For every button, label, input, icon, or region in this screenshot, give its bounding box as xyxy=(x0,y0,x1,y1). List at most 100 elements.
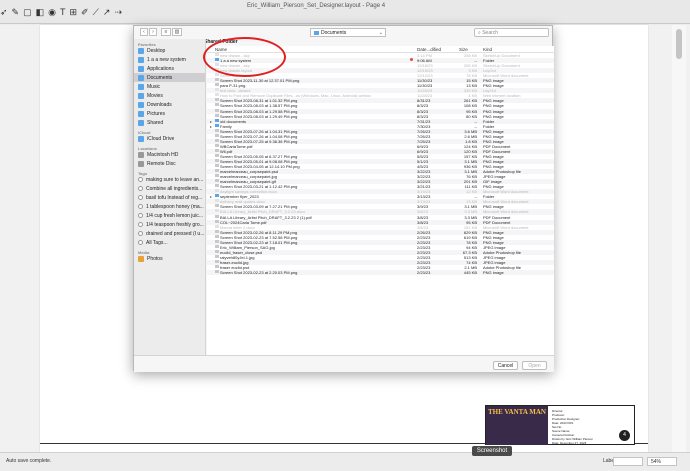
grid-tool-icon[interactable]: ⊞ xyxy=(69,6,77,18)
column-view-button[interactable]: ▥ xyxy=(172,28,182,36)
sidebar-item[interactable]: Remote Disc xyxy=(134,159,205,168)
sidebar-item-label: Documents xyxy=(147,74,173,81)
tag-icon xyxy=(138,222,143,227)
tag-icon xyxy=(138,213,143,218)
file-list: Name Date...dified Size Kind new drawin.… xyxy=(207,46,554,355)
style-tool-icon[interactable]: ⇢ xyxy=(114,6,122,18)
column-kind[interactable]: Kind xyxy=(483,47,492,52)
text-tool-icon[interactable]: T xyxy=(60,6,66,18)
sidebar-item[interactable]: Downloads xyxy=(134,100,205,109)
file-icon xyxy=(215,103,219,107)
music-icon xyxy=(138,83,144,90)
file-icon xyxy=(215,98,219,102)
zoom-select[interactable]: 54% xyxy=(647,457,677,466)
sidebar-item[interactable]: All Tags... xyxy=(134,238,205,247)
file-icon xyxy=(215,214,219,218)
sidebar-item[interactable]: 1/4 teaspoon freshly gro... xyxy=(134,220,205,229)
column-size[interactable]: Size xyxy=(459,47,468,52)
file-date: 2/23/23 xyxy=(417,270,431,276)
tag-icon xyxy=(138,177,143,182)
file-icon xyxy=(215,108,219,112)
shape-tool-icon[interactable]: ◧ xyxy=(36,6,45,18)
shared-icon xyxy=(138,119,144,126)
sidebar-item[interactable]: 1 tablespoon honey (ma... xyxy=(134,202,205,211)
sidebar-item[interactable]: Music xyxy=(134,82,205,91)
folder-icon xyxy=(215,118,219,122)
annotation-circle xyxy=(203,37,286,77)
sidebar-item[interactable]: 1/4 cup fresh lemon juic... xyxy=(134,211,205,220)
list-view-button[interactable]: ≡ xyxy=(161,28,171,36)
file-icon xyxy=(215,93,219,97)
movies-icon xyxy=(138,92,144,99)
label-input[interactable] xyxy=(613,457,643,466)
sidebar-item-label: Downloads xyxy=(147,101,172,108)
file-icon xyxy=(215,153,219,157)
status-bar: Auto save complete. Label: 54% xyxy=(0,452,690,471)
sidebar-item[interactable]: 1 a a new system xyxy=(134,55,205,64)
eraser-tool-icon[interactable]: ▢ xyxy=(23,6,32,18)
location-label: Documents xyxy=(321,30,347,36)
file-icon xyxy=(215,239,219,243)
sidebar-item[interactable]: Desktop xyxy=(134,46,205,55)
file-icon xyxy=(215,224,219,228)
location-popup[interactable]: Documents ⌄ xyxy=(310,28,386,37)
sidebar-item[interactable]: Macintosh HD xyxy=(134,150,205,159)
tag-icon xyxy=(138,231,143,236)
scroll-thumb[interactable] xyxy=(676,29,682,59)
sidebar-section-header: Favorites xyxy=(138,42,156,47)
sidebar-item-label: Music xyxy=(147,83,161,90)
sidebar-item-label: Applications xyxy=(147,65,174,72)
file-icon xyxy=(215,249,219,253)
sidebar-item[interactable]: making sure to leave an... xyxy=(134,175,205,184)
sidebar-item[interactable]: Applications xyxy=(134,64,205,73)
poster-info-block: Director: Producer: Production Designer: Da… xyxy=(552,409,618,445)
title-block-poster[interactable]: THE VANTA MAN Director: Producer: Producti… xyxy=(485,405,635,445)
pen-tool-icon[interactable]: ✎ xyxy=(12,6,20,18)
window-title: Eric_William_Pierson_Set_Designer.layout… xyxy=(247,3,386,9)
search-input[interactable]: ⌕ Search xyxy=(474,28,549,37)
sidebar-item-label: 1/4 cup fresh lemon juic... xyxy=(146,212,203,219)
dialog-toolbar: ‹ › ≡ ▥ Documents ⌄ ⌕ Search xyxy=(134,26,554,39)
sidebar-item[interactable]: Documents xyxy=(134,73,205,82)
applications-icon xyxy=(138,65,144,72)
line-tool-icon[interactable]: ↗ xyxy=(103,6,111,18)
measure-tool-icon[interactable]: ⟋ xyxy=(93,6,99,18)
fill-tool-icon[interactable]: ◉ xyxy=(48,6,56,18)
sidebar-item[interactable]: basil tofu Instead of reg... xyxy=(134,193,205,202)
tag-dot-icon xyxy=(410,58,413,62)
sample-tool-icon[interactable]: ✐ xyxy=(81,6,89,18)
file-row[interactable]: Screen Shot 2023-02-23 at 2.20.03 PM.png… xyxy=(207,270,554,276)
file-icon xyxy=(215,234,219,238)
sidebar-item[interactable]: Shared xyxy=(134,118,205,127)
pictures-icon xyxy=(138,110,144,117)
sidebar-section-header: Tags xyxy=(138,171,148,176)
back-button[interactable]: ‹ xyxy=(140,28,148,36)
select-tool-icon[interactable]: ➶ xyxy=(0,6,8,18)
file-icon xyxy=(215,148,219,152)
file-icon xyxy=(215,78,219,82)
sidebar-item[interactable]: drained and pressed (I u... xyxy=(134,229,205,238)
forward-button[interactable]: › xyxy=(149,28,157,36)
open-button[interactable]: Open xyxy=(522,361,547,370)
sidebar-item[interactable]: Combine all ingredients... xyxy=(134,184,205,193)
sidebar-item[interactable]: iCloud Drive xyxy=(134,134,205,143)
sidebar-item-label: 1 tablespoon honey (ma... xyxy=(146,203,204,210)
sidebar-item[interactable]: Photos xyxy=(134,254,205,263)
file-kind: PNG image xyxy=(483,270,504,276)
file-icon xyxy=(215,158,219,162)
sidebar-section-header: iCloud xyxy=(138,130,151,135)
dialog-footer: Cancel Open xyxy=(134,355,554,372)
column-date[interactable]: Date...dified xyxy=(417,47,441,52)
sidebar-item[interactable]: Pictures xyxy=(134,109,205,118)
vertical-scrollbar[interactable] xyxy=(672,25,686,452)
poster-title: THE VANTA MAN xyxy=(488,408,546,416)
file-icon xyxy=(215,209,219,213)
sidebar-item[interactable]: Movies xyxy=(134,91,205,100)
folder-icon xyxy=(138,56,144,63)
cancel-button[interactable]: Cancel xyxy=(493,361,518,370)
file-icon xyxy=(215,83,219,87)
file-icon xyxy=(215,88,219,92)
sidebar-item-label: Shared xyxy=(147,119,164,126)
sidebar-section-header: Media xyxy=(138,250,150,255)
file-icon xyxy=(215,138,219,142)
